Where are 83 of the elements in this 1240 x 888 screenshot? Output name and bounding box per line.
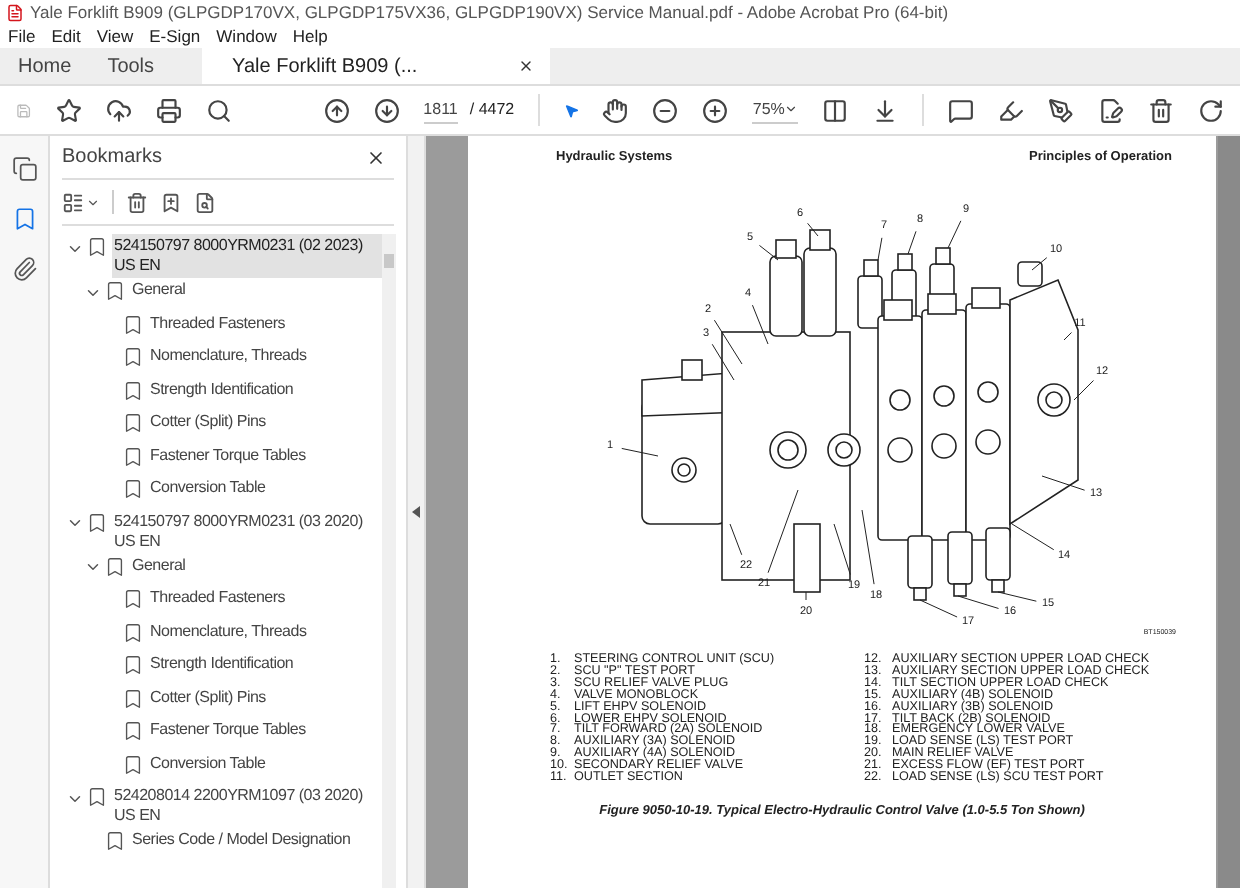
bookmark-icon (122, 720, 144, 742)
zoom-in-icon[interactable] (702, 97, 729, 123)
pen-icon[interactable] (1048, 97, 1074, 123)
bookmark-icon (122, 412, 144, 434)
bookmark-item[interactable]: Nomenclature, Threads (148, 619, 382, 643)
tab[interactable]: Home (0, 48, 90, 84)
expand-chevron-icon[interactable] (84, 558, 102, 576)
menu-item[interactable]: E-Sign (149, 23, 201, 49)
bookmark-item[interactable]: Fastener Torque Tables (148, 718, 382, 742)
collapse-arrow-icon[interactable] (412, 506, 420, 518)
panel-title: Bookmarks (62, 144, 163, 172)
window-title: Yale Forklift B909 (GLPGDP170VX, GLPGDP175VX36, GLPGDP190VX) Service Manual.pdf - Adobe Acrobat Pro (64-bit) (30, 0, 949, 25)
bookmark-item[interactable]: General (130, 553, 382, 577)
document-scrollbar[interactable] (1218, 136, 1240, 888)
bookmark-icon (122, 621, 144, 643)
highlighter-icon[interactable] (998, 97, 1024, 123)
comment-icon[interactable] (948, 97, 974, 123)
bookmark-item[interactable]: Conversion Table (148, 751, 382, 775)
bookmark-item[interactable]: 524150797 8000YRM0231 (03 2020) US EN (112, 509, 382, 553)
bookmark-icon (122, 478, 144, 500)
delete-icon[interactable] (126, 191, 148, 213)
bookmark-icon (104, 280, 126, 302)
zoom-out-icon[interactable] (652, 97, 679, 123)
rotate-icon[interactable] (1198, 97, 1224, 123)
bookmark-item[interactable]: Fastener Torque Tables (148, 443, 382, 467)
tab[interactable]: Yale Forklift B909 (... (202, 48, 551, 84)
expand-chevron-icon[interactable] (66, 514, 84, 532)
pages-icon[interactable] (11, 156, 37, 182)
caret-icon[interactable] (784, 102, 799, 116)
bookmark-icon (122, 379, 144, 401)
bookmark-item[interactable]: Strength Identification (148, 652, 382, 676)
options-icon[interactable] (62, 191, 84, 213)
bookmark-icon (122, 346, 144, 368)
close-icon[interactable] (366, 147, 386, 167)
bookmark-icon (122, 654, 144, 676)
page-view-icon[interactable] (822, 97, 849, 123)
bookmark-icon (122, 313, 144, 335)
bookmark-icon (104, 830, 126, 852)
caret-icon[interactable] (86, 195, 100, 209)
scrollbar[interactable] (382, 234, 396, 888)
bookmark-icon[interactable] (11, 206, 37, 232)
bookmark-item[interactable]: Strength Identification (148, 377, 382, 401)
new-bookmark-icon[interactable] (160, 191, 182, 213)
bookmark-item[interactable]: 524208014 2200YRM1097 (03 2020) US EN (112, 784, 382, 828)
bookmark-icon (86, 511, 108, 533)
find-bookmark-icon[interactable] (194, 191, 216, 213)
bookmark-item[interactable]: 524150797 8000YRM0231 (02 2023) US EN (112, 234, 382, 278)
menu-item[interactable]: View (96, 23, 134, 49)
bookmark-item[interactable]: Conversion Table (148, 476, 382, 500)
bookmark-icon (122, 445, 144, 467)
printer-icon[interactable] (155, 97, 182, 123)
next-page-icon[interactable] (373, 97, 400, 123)
bookmark-icon (122, 588, 144, 610)
page-number-field[interactable]: 1811 (423, 97, 458, 123)
page-count: / 4472 (469, 98, 515, 122)
previous-page-icon[interactable] (323, 97, 350, 123)
menu-item[interactable]: Window (216, 23, 277, 49)
search-icon[interactable] (205, 97, 232, 123)
close-tab-icon[interactable] (518, 58, 535, 74)
zoom-dropdown[interactable]: 75% (752, 97, 799, 123)
bookmark-item[interactable]: Threaded Fasteners (148, 586, 382, 610)
bookmark-icon (122, 687, 144, 709)
sign-icon[interactable] (1098, 97, 1124, 123)
menu-item[interactable]: Edit (51, 23, 81, 49)
menu-item[interactable]: Help (292, 23, 328, 49)
hand-icon[interactable] (602, 97, 629, 123)
bookmark-item[interactable]: Nomenclature, Threads (148, 344, 382, 368)
delete-icon[interactable] (1148, 97, 1174, 123)
bookmark-item[interactable]: General (130, 278, 382, 302)
bookmark-icon (86, 236, 108, 258)
bookmark-item[interactable]: Cotter (Split) Pins (148, 410, 382, 434)
bookmark-item[interactable]: Cotter (Split) Pins (148, 685, 382, 709)
pdf-app-icon (6, 3, 24, 21)
cloud-upload-icon[interactable] (105, 97, 132, 123)
paperclip-icon[interactable] (11, 256, 37, 282)
star-icon[interactable] (55, 97, 82, 123)
tab[interactable]: Tools (89, 48, 173, 84)
menu-item[interactable]: File (8, 23, 36, 49)
bookmark-item[interactable]: Threaded Fasteners (148, 311, 382, 335)
bookmark-icon (122, 753, 144, 775)
bookmark-item[interactable]: Series Code / Model Designation (130, 828, 382, 852)
bookmark-icon (86, 786, 108, 808)
bookmark-icon (104, 555, 126, 577)
